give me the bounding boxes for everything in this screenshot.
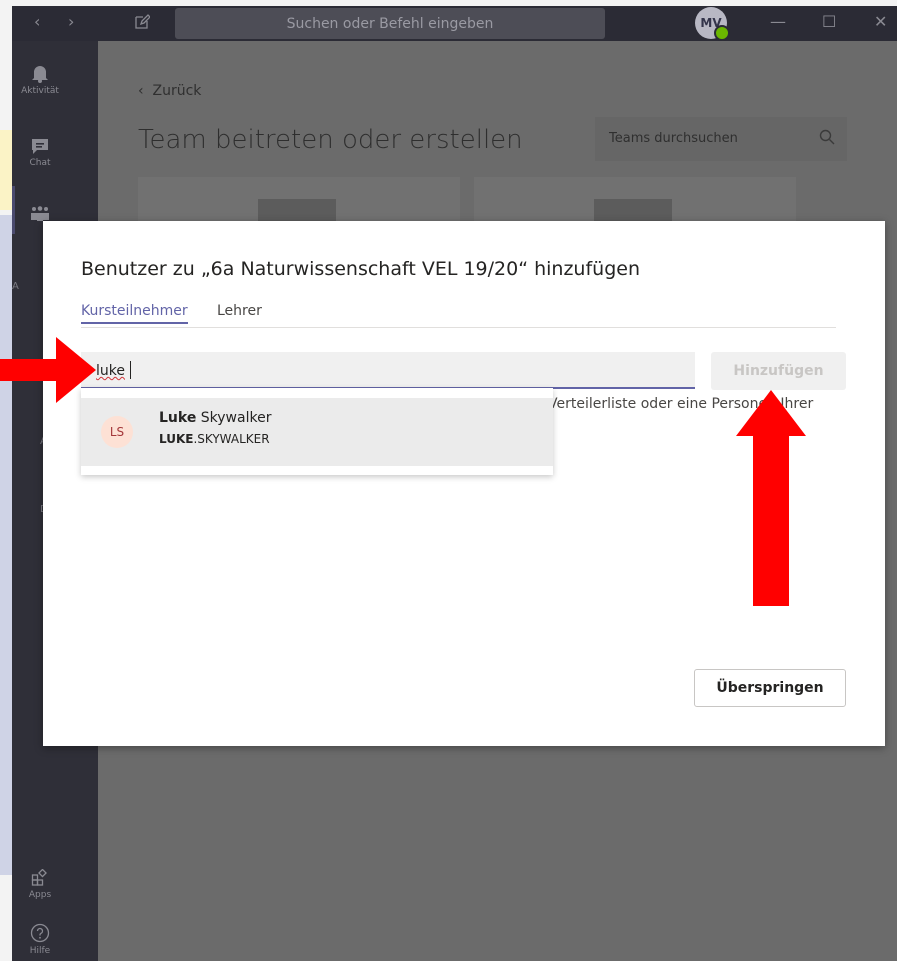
rail-label-fragment: A <box>12 281 19 292</box>
presence-available-icon <box>714 25 730 41</box>
maximize-icon[interactable]: ☐ <box>822 12 836 31</box>
rail-item-chat[interactable]: Chat <box>12 137 68 168</box>
rail-item-apps[interactable]: Apps <box>12 869 68 900</box>
suggestion-avatar: LS <box>101 416 133 448</box>
user-avatar[interactable]: MV <box>695 7 730 41</box>
back-link-label: Zurück <box>152 83 202 99</box>
title-bar: ‹ › Suchen oder Befehl eingeben MV — ☐ ✕ <box>12 6 897 41</box>
suggestion-name-rest: Skywalker <box>196 410 272 426</box>
dialog-title: Benutzer zu „6a Naturwissenschaft VEL 19… <box>81 258 640 280</box>
suggestion-dropdown: LS Luke Skywalker LUKE.SKYWALKER <box>81 388 553 475</box>
search-icon[interactable] <box>819 129 835 145</box>
rail-item-label: Apps <box>28 890 52 900</box>
red-arrow-up-icon <box>736 390 806 606</box>
suggestion-username-rest: .SKYWALKER <box>193 432 270 446</box>
bell-icon <box>32 66 48 83</box>
tab-students[interactable]: Kursteilnehmer <box>81 303 188 324</box>
teams-search-placeholder: Teams durchsuchen <box>609 131 738 146</box>
user-search-input[interactable]: luke <box>81 352 695 389</box>
suggestion-username-match: LUKE <box>159 432 194 446</box>
teams-icon <box>31 206 49 221</box>
tab-teachers[interactable]: Lehrer <box>217 303 262 319</box>
apps-icon <box>31 869 47 886</box>
teams-search-input[interactable]: Teams durchsuchen <box>595 117 847 161</box>
rail-item-help[interactable]: Hilfe <box>12 923 68 956</box>
chat-icon <box>32 139 48 154</box>
page-title: Team beitreten oder erstellen <box>138 125 523 155</box>
compose-icon[interactable] <box>134 14 150 30</box>
rail-item-label: Aktivität <box>21 86 59 96</box>
help-icon <box>30 923 50 943</box>
back-arrow-icon[interactable]: ‹ <box>34 12 40 31</box>
rail-item-label: Chat <box>29 158 51 168</box>
suggestion-item[interactable]: LS Luke Skywalker LUKE.SKYWALKER <box>81 398 553 466</box>
command-search-box[interactable]: Suchen oder Befehl eingeben <box>175 8 605 39</box>
skip-button[interactable]: Überspringen <box>694 669 846 707</box>
suggestion-name: Luke Skywalker <box>159 410 271 426</box>
suggestion-name-match: Luke <box>159 410 197 426</box>
add-button[interactable]: Hinzufügen <box>711 352 846 390</box>
suggestion-username: LUKE.SKYWALKER <box>159 432 270 446</box>
chevron-left-icon: ‹ <box>138 83 144 99</box>
dialog-tabs: Kursteilnehmer Lehrer <box>81 301 836 328</box>
rail-item-activity[interactable]: Aktivität <box>12 63 68 96</box>
back-link[interactable]: ‹ Zurück <box>138 83 201 99</box>
close-icon[interactable]: ✕ <box>874 12 887 31</box>
red-arrow-right-icon <box>0 337 96 403</box>
rail-item-label: Hilfe <box>29 946 51 956</box>
minimize-icon[interactable]: — <box>770 12 786 31</box>
forward-arrow-icon[interactable]: › <box>68 12 74 31</box>
text-cursor <box>130 361 131 379</box>
user-search-value: luke <box>96 363 125 379</box>
